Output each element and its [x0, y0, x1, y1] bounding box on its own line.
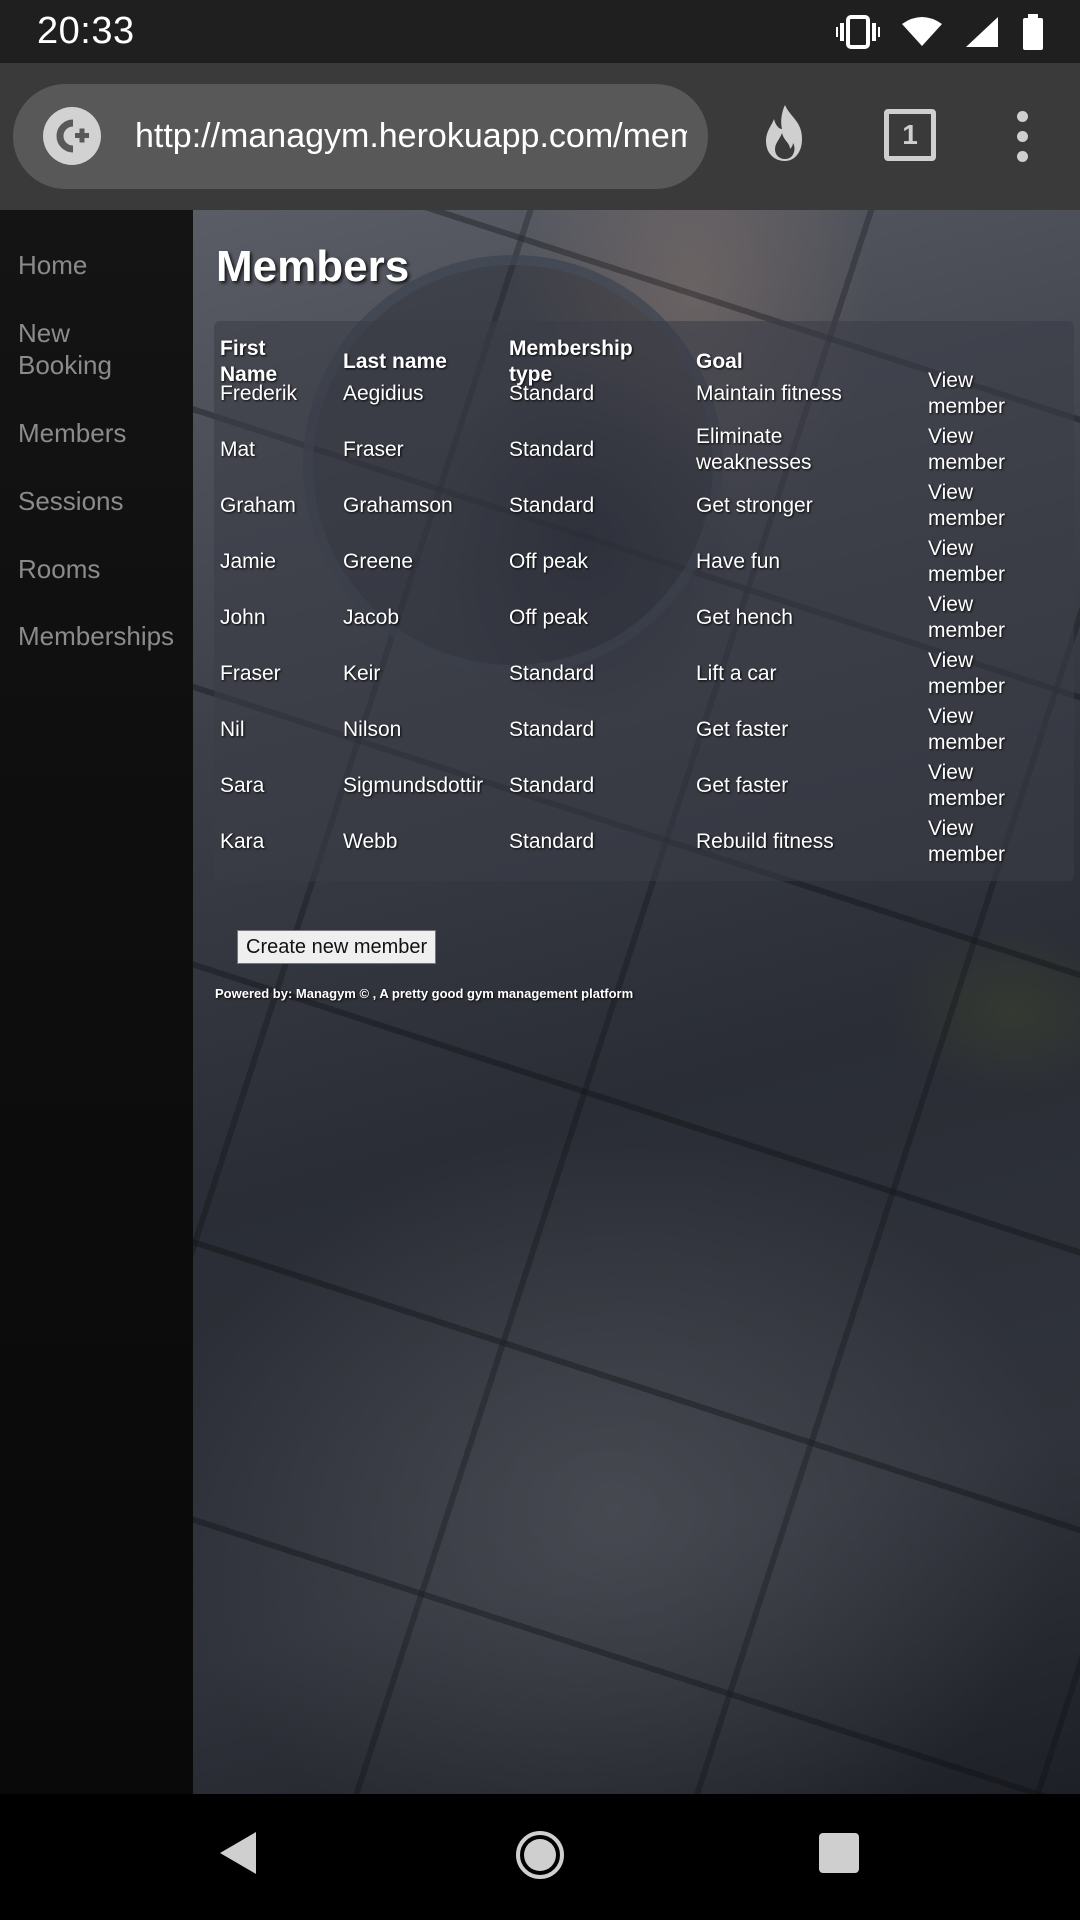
footer-note: Powered by: Managym © , A pretty good gy…	[215, 986, 634, 1001]
status-icons	[836, 12, 1044, 52]
view-member-link[interactable]: View member	[928, 648, 1005, 700]
table-cell-last: Sigmundsdottir	[343, 774, 484, 797]
members-table: First Name Last name Membership type Goa…	[214, 321, 1074, 881]
table-cell-goal: Get faster	[696, 718, 789, 741]
main-content: Members First Name Last name Membership …	[193, 210, 1080, 1794]
overflow-menu-icon[interactable]	[1011, 111, 1035, 162]
table-cell-last: Keir	[343, 662, 381, 685]
table-cell-last: Fraser	[343, 438, 404, 461]
table-cell-type: Off peak	[509, 606, 588, 629]
view-member-link[interactable]: View member	[928, 760, 1005, 812]
vibrate-icon	[836, 15, 880, 49]
table-cell-goal: Eliminate weaknesses	[696, 425, 812, 474]
browser-toolbar: http://managym.herokuapp.com/members 1	[0, 63, 1080, 210]
status-bar: 20:33	[0, 0, 1080, 63]
sidebar-item-sessions[interactable]: Sessions	[18, 485, 124, 517]
table-cell-first: Fraser	[220, 662, 281, 685]
status-time: 20:33	[37, 10, 135, 52]
table-cell-first: Mat	[220, 438, 256, 461]
table-cell-goal: Maintain fitness	[696, 382, 842, 405]
table-cell-last: Greene	[343, 550, 414, 573]
table-cell-type: Off peak	[509, 550, 588, 573]
table-cell-last: Grahamson	[343, 494, 453, 517]
site-icon[interactable]	[43, 107, 101, 165]
table-cell-first: Jamie	[220, 550, 277, 573]
web-page: Home New Booking Members Sessions Rooms …	[0, 210, 1080, 1794]
column-header-last-name: Last name	[343, 350, 447, 373]
view-member-link[interactable]: View member	[928, 480, 1005, 532]
table-cell-first: Frederik	[220, 382, 298, 405]
battery-icon	[1023, 14, 1043, 50]
table-cell-type: Standard	[509, 718, 595, 741]
table-cell-type: Standard	[509, 774, 595, 797]
view-member-link[interactable]: View member	[928, 536, 1005, 588]
table-cell-type: Standard	[509, 494, 595, 517]
table-cell-first: John	[220, 606, 266, 629]
table-cell-last: Webb	[343, 830, 398, 853]
table-cell-goal: Rebuild fitness	[696, 830, 834, 853]
wifi-icon	[902, 17, 942, 46]
sidebar-item-memberships[interactable]: Memberships	[18, 620, 174, 652]
table-cell-type: Standard	[509, 830, 595, 853]
view-member-link[interactable]: View member	[928, 424, 1005, 476]
view-member-link[interactable]: View member	[928, 704, 1005, 756]
tab-switcher-button[interactable]: 1	[884, 109, 936, 161]
view-member-link[interactable]: View member	[928, 592, 1005, 644]
table-cell-last: Aegidius	[343, 382, 424, 405]
sidebar-item-new-booking[interactable]: New Booking	[18, 317, 112, 381]
table-cell-goal: Have fun	[696, 550, 781, 573]
table-cell-type: Standard	[509, 662, 595, 685]
table-cell-last: Jacob	[343, 606, 400, 629]
table-cell-goal: Get stronger	[696, 494, 813, 517]
view-member-link[interactable]: View member	[928, 816, 1005, 868]
table-cell-goal: Get hench	[696, 606, 793, 629]
url-text[interactable]: http://managym.herokuapp.com/members	[135, 84, 687, 189]
home-icon[interactable]	[515, 1830, 565, 1880]
table-cell-goal: Get faster	[696, 774, 789, 797]
table-cell-first: Nil	[220, 718, 245, 741]
sidebar-item-home[interactable]: Home	[18, 249, 87, 281]
table-cell-type: Standard	[509, 382, 595, 405]
system-navigation-bar	[0, 1794, 1080, 1920]
table-cell-first: Graham	[220, 494, 296, 517]
signal-icon	[966, 17, 998, 47]
back-icon[interactable]	[218, 1830, 258, 1876]
column-header-goal: Goal	[696, 350, 743, 373]
sidebar: Home New Booking Members Sessions Rooms …	[0, 210, 193, 1794]
table-cell-first: Sara	[220, 774, 265, 797]
sidebar-item-members[interactable]: Members	[18, 417, 126, 449]
flame-icon[interactable]	[756, 103, 814, 168]
table-cell-last: Nilson	[343, 718, 402, 741]
table-cell-first: Kara	[220, 830, 265, 853]
address-bar[interactable]: http://managym.herokuapp.com/members	[13, 84, 708, 189]
table-cell-type: Standard	[509, 438, 595, 461]
sidebar-item-rooms[interactable]: Rooms	[18, 553, 100, 585]
recents-icon[interactable]	[818, 1832, 860, 1874]
create-new-member-button[interactable]: Create new member	[237, 930, 437, 964]
table-cell-goal: Lift a car	[696, 662, 777, 685]
page-title: Members	[216, 242, 410, 291]
view-member-link[interactable]: View member	[928, 368, 1005, 420]
